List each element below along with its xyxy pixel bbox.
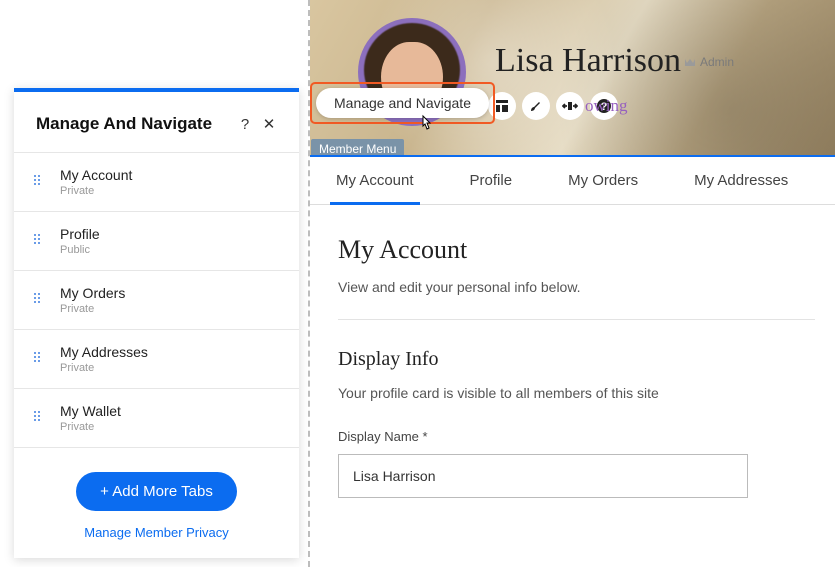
drag-handle-icon[interactable]	[34, 352, 44, 366]
manage-member-privacy-link[interactable]: Manage Member Privacy	[84, 525, 229, 540]
main-content: My Account View and edit your personal i…	[338, 235, 815, 498]
panel-tab-privacy: Private	[60, 303, 125, 315]
profile-hero-banner: Lisa Harrison Admin ? owing Manage and N…	[310, 0, 835, 155]
panel-tab-my-addresses[interactable]: My Addresses Private	[14, 329, 299, 388]
panel-header: Manage And Navigate ? ✕	[14, 92, 299, 152]
panel-tab-privacy: Public	[60, 244, 100, 256]
manage-navigate-label: Manage and Navigate	[334, 95, 471, 111]
panel-tab-privacy: Private	[60, 421, 121, 433]
manage-navigate-highlight: Manage and Navigate	[310, 82, 495, 124]
stretch-icon	[562, 99, 578, 113]
tab-my-addresses[interactable]: My Addresses	[694, 157, 788, 204]
tab-my-account[interactable]: My Account	[336, 157, 414, 204]
brush-icon	[529, 99, 543, 113]
display-name-input[interactable]	[338, 454, 748, 498]
panel-tab-privacy: Private	[60, 362, 148, 374]
section-title-display-info: Display Info	[338, 348, 815, 371]
member-tabs-nav: My Account Profile My Orders My Addresse…	[310, 155, 835, 205]
manage-navigate-button[interactable]: Manage and Navigate	[316, 88, 489, 118]
panel-tab-list: My Account Private Profile Public My Ord…	[14, 152, 299, 448]
panel-tab-label: My Account	[60, 167, 132, 183]
admin-badge: Admin	[684, 55, 734, 69]
panel-tab-label: My Wallet	[60, 403, 121, 419]
stretch-button[interactable]	[556, 92, 584, 120]
content-divider	[338, 319, 815, 320]
display-name-label: Display Name *	[338, 429, 815, 444]
panel-tab-my-account[interactable]: My Account Private	[14, 152, 299, 211]
design-button[interactable]	[522, 92, 550, 120]
manage-navigate-panel: Manage And Navigate ? ✕ My Account Priva…	[14, 88, 299, 558]
member-menu-tag: Member Menu	[311, 139, 404, 155]
crown-icon	[684, 57, 696, 67]
panel-tab-my-orders[interactable]: My Orders Private	[14, 270, 299, 329]
tab-my-orders[interactable]: My Orders	[568, 157, 638, 204]
drag-handle-icon[interactable]	[34, 175, 44, 189]
close-icon: ✕	[263, 115, 276, 133]
panel-title: Manage And Navigate	[36, 114, 233, 134]
panel-tab-label: Profile	[60, 226, 100, 242]
panel-help-button[interactable]: ?	[233, 112, 257, 136]
panel-tab-label: My Addresses	[60, 344, 148, 360]
following-fragment: owing	[585, 96, 628, 116]
page-title: My Account	[338, 235, 815, 265]
section-description: Your profile card is visible to all memb…	[338, 385, 815, 401]
tab-profile[interactable]: Profile	[470, 157, 513, 204]
drag-handle-icon[interactable]	[34, 293, 44, 307]
panel-close-button[interactable]: ✕	[257, 112, 281, 136]
panel-footer: + Add More Tabs Manage Member Privacy	[14, 448, 299, 558]
drag-handle-icon[interactable]	[34, 234, 44, 248]
panel-tab-privacy: Private	[60, 185, 132, 197]
admin-label: Admin	[700, 55, 734, 69]
add-more-tabs-button[interactable]: + Add More Tabs	[76, 472, 237, 511]
profile-username: Lisa Harrison	[495, 42, 681, 80]
drag-handle-icon[interactable]	[34, 411, 44, 425]
layout-icon	[495, 99, 509, 113]
page-subtitle: View and edit your personal info below.	[338, 279, 815, 295]
question-icon: ?	[241, 116, 249, 133]
panel-tab-my-wallet[interactable]: My Wallet Private	[14, 388, 299, 448]
panel-tab-profile[interactable]: Profile Public	[14, 211, 299, 270]
panel-tab-label: My Orders	[60, 285, 125, 301]
